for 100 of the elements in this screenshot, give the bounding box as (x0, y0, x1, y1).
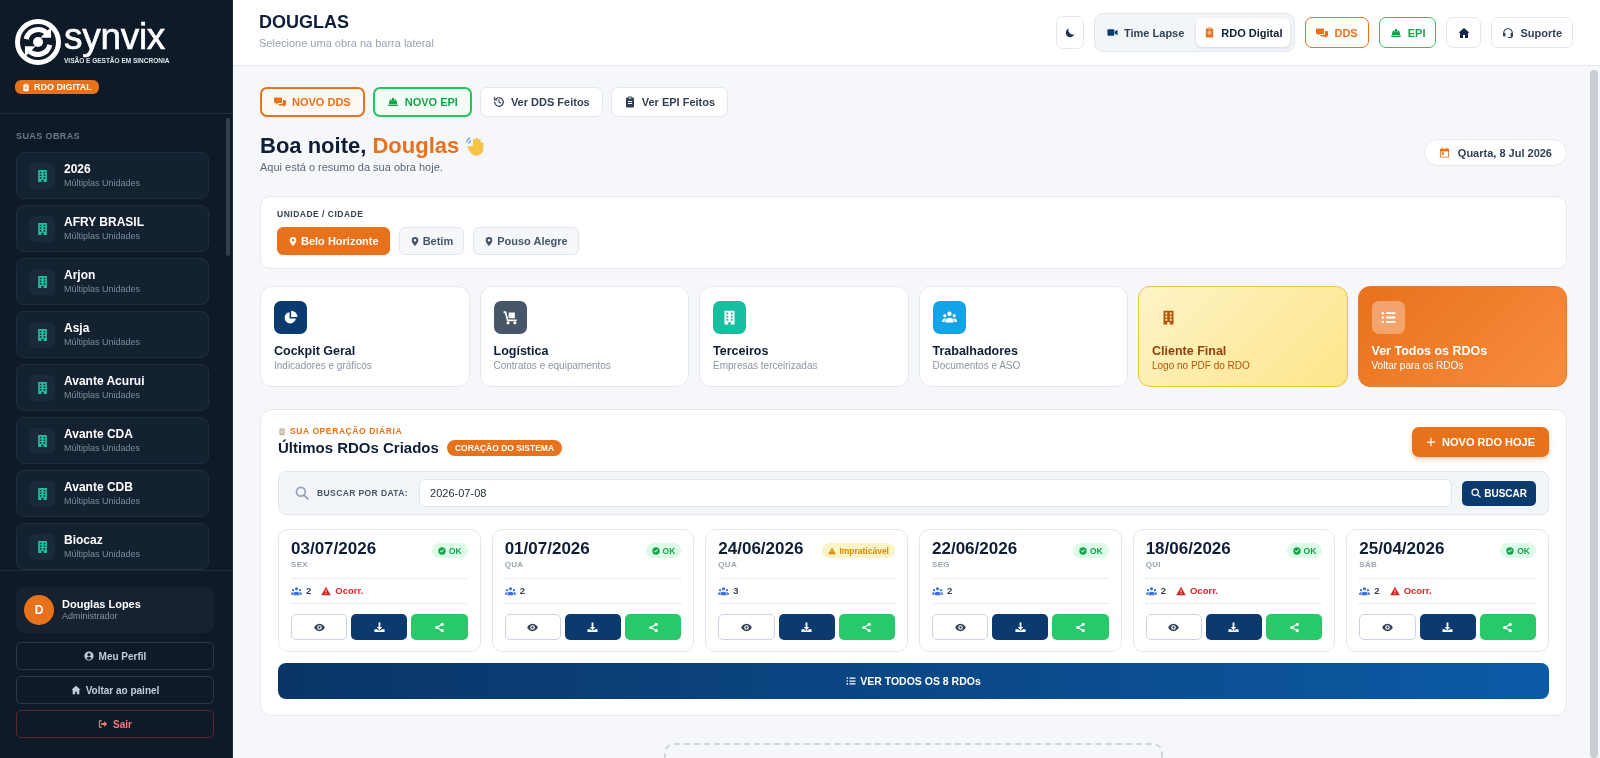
project-item[interactable]: Avante CDB Múltiplas Unidades (16, 470, 209, 517)
clipboard-icon (1204, 27, 1216, 38)
building-icon (29, 427, 55, 454)
worker-count: 2 (306, 584, 312, 598)
rdo-date: 03/07/2026 (291, 539, 377, 559)
view-button[interactable] (1359, 614, 1416, 640)
unit-chip[interactable]: Pouso Alegre (473, 227, 579, 255)
shortcut-card[interactable]: Terceiros Empresas terceirizadas (699, 286, 909, 387)
project-item[interactable]: Avante Acurui Múltiplas Unidades (16, 364, 209, 411)
people-icon (718, 585, 730, 597)
share-icon (1288, 621, 1300, 633)
project-item[interactable]: Biocaz Múltiplas Unidades (16, 523, 209, 570)
download-button[interactable] (778, 614, 835, 640)
warning-icon (1175, 586, 1186, 596)
back-to-panel-button[interactable]: Voltar ao painel (16, 676, 214, 704)
user-name: Douglas Lopes (62, 598, 141, 611)
unit-label: UNIDADE / CIDADE (277, 209, 365, 220)
eye-icon (527, 621, 539, 633)
mode-tab[interactable]: RDO Digital (1196, 18, 1291, 47)
share-icon (1502, 621, 1514, 633)
view-all-button[interactable]: VER TODOS OS 8 RDOs (278, 663, 1549, 699)
card-title: Logística (493, 344, 550, 359)
scrollbar-thumb[interactable] (1590, 70, 1598, 758)
video-camera-icon (1107, 27, 1118, 38)
project-name: Avante CDB (64, 480, 134, 495)
clipboard-icon (278, 426, 286, 436)
download-icon (373, 621, 385, 633)
worker-count: 2 (947, 584, 953, 598)
rdo-weekday: QUI (1145, 560, 1162, 570)
project-item[interactable]: Avante CDA Múltiplas Unidades (16, 417, 209, 464)
unit-chip[interactable]: Betim (398, 227, 465, 255)
support-button[interactable]: Suporte (1491, 17, 1573, 48)
warning-icon (828, 546, 837, 555)
worker-count: 3 (733, 584, 739, 598)
mode-tab[interactable]: Time Lapse (1099, 18, 1193, 47)
shortcut-card[interactable]: Logística Contratos e equipamentos (479, 286, 689, 387)
project-name: Biocaz (64, 533, 104, 548)
date-field[interactable]: 2026-07-08 (419, 479, 1453, 507)
map-pin-icon (288, 235, 298, 247)
worker-count: 2 (519, 584, 525, 598)
rdo-weekday: QUA (718, 560, 738, 570)
card-subtitle: Contratos e equipamentos (493, 360, 612, 372)
view-button[interactable] (932, 614, 989, 640)
status-label: Impraticável (839, 545, 889, 556)
chat-bubbles-icon (1316, 26, 1329, 39)
project-item[interactable]: Asja Múltiplas Unidades (16, 311, 209, 358)
headset-icon (1502, 26, 1515, 39)
rdo-date: 24/06/2026 (718, 539, 804, 559)
avatar: D (24, 595, 54, 625)
download-button[interactable] (564, 614, 622, 640)
project-item[interactable]: 2026 Múltiplas Unidades (16, 152, 209, 199)
worker-count: 2 (1374, 584, 1380, 598)
card-title: Trabalhadores (932, 344, 1019, 359)
hard-hat-icon (386, 96, 399, 108)
scrollbar-thumb[interactable] (226, 118, 230, 256)
view-button[interactable] (504, 614, 561, 640)
share-icon (647, 621, 659, 633)
rdo-date: 01/07/2026 (504, 539, 590, 559)
profile-button[interactable]: Meu Perfil (16, 642, 214, 670)
search-icon (295, 486, 309, 500)
view-button[interactable] (1145, 614, 1202, 640)
download-button[interactable] (1205, 614, 1263, 640)
hard-hat-icon (1389, 26, 1402, 39)
shortcut-card[interactable]: Cliente Final Logo no PDF do RDO (1138, 286, 1348, 387)
card-subtitle: Documentos e ASO (932, 360, 1022, 372)
view-button[interactable] (291, 614, 348, 640)
home-button[interactable] (1446, 17, 1482, 48)
project-item[interactable]: AFRY BRASIL Múltiplas Unidades (16, 205, 209, 252)
download-button[interactable] (992, 614, 1049, 640)
logout-button[interactable]: Sair (16, 710, 214, 738)
status-label: OK (448, 545, 462, 556)
calendar-icon (1438, 147, 1450, 158)
logo-icon (15, 19, 61, 65)
card-title: Cockpit Geral (274, 344, 357, 359)
share-icon (1075, 621, 1087, 633)
building-icon (29, 321, 55, 348)
page-subtitle: Selecione uma obra na barra lateral (259, 36, 434, 50)
shortcut-card[interactable]: Cockpit Geral Indicadores e gráficos (260, 286, 470, 387)
eye-icon (1168, 621, 1180, 633)
search-button[interactable]: BUSCAR (1462, 480, 1536, 506)
view-button[interactable] (718, 614, 775, 640)
occurrence-label: Ocorr. (1403, 584, 1432, 598)
theme-toggle-button[interactable] (1056, 16, 1084, 49)
epi-history-button[interactable]: Ver EPI Feitos (610, 87, 729, 117)
list-icon (846, 676, 857, 686)
project-subtitle: Múltiplas Unidades (64, 389, 142, 401)
project-subtitle: Múltiplas Unidades (64, 177, 141, 189)
rdo-weekday: QUA (504, 560, 525, 570)
clipboard-icon (22, 82, 30, 92)
worker-count: 2 (1160, 584, 1166, 598)
people-icon (504, 585, 516, 597)
download-button[interactable] (351, 614, 408, 640)
page-title: DOUGLAS (259, 11, 350, 33)
shortcut-card[interactable]: Trabalhadores Documentos e ASO (918, 286, 1128, 387)
project-item[interactable]: Arjon Múltiplas Unidades (16, 258, 209, 305)
dds-history-button[interactable]: Ver DDS Feitos (479, 87, 603, 117)
rdo-weekday: SÁB (1359, 560, 1379, 570)
card-title: Terceiros (713, 344, 770, 359)
clipboard-icon (623, 96, 636, 108)
download-button[interactable] (1419, 614, 1476, 640)
